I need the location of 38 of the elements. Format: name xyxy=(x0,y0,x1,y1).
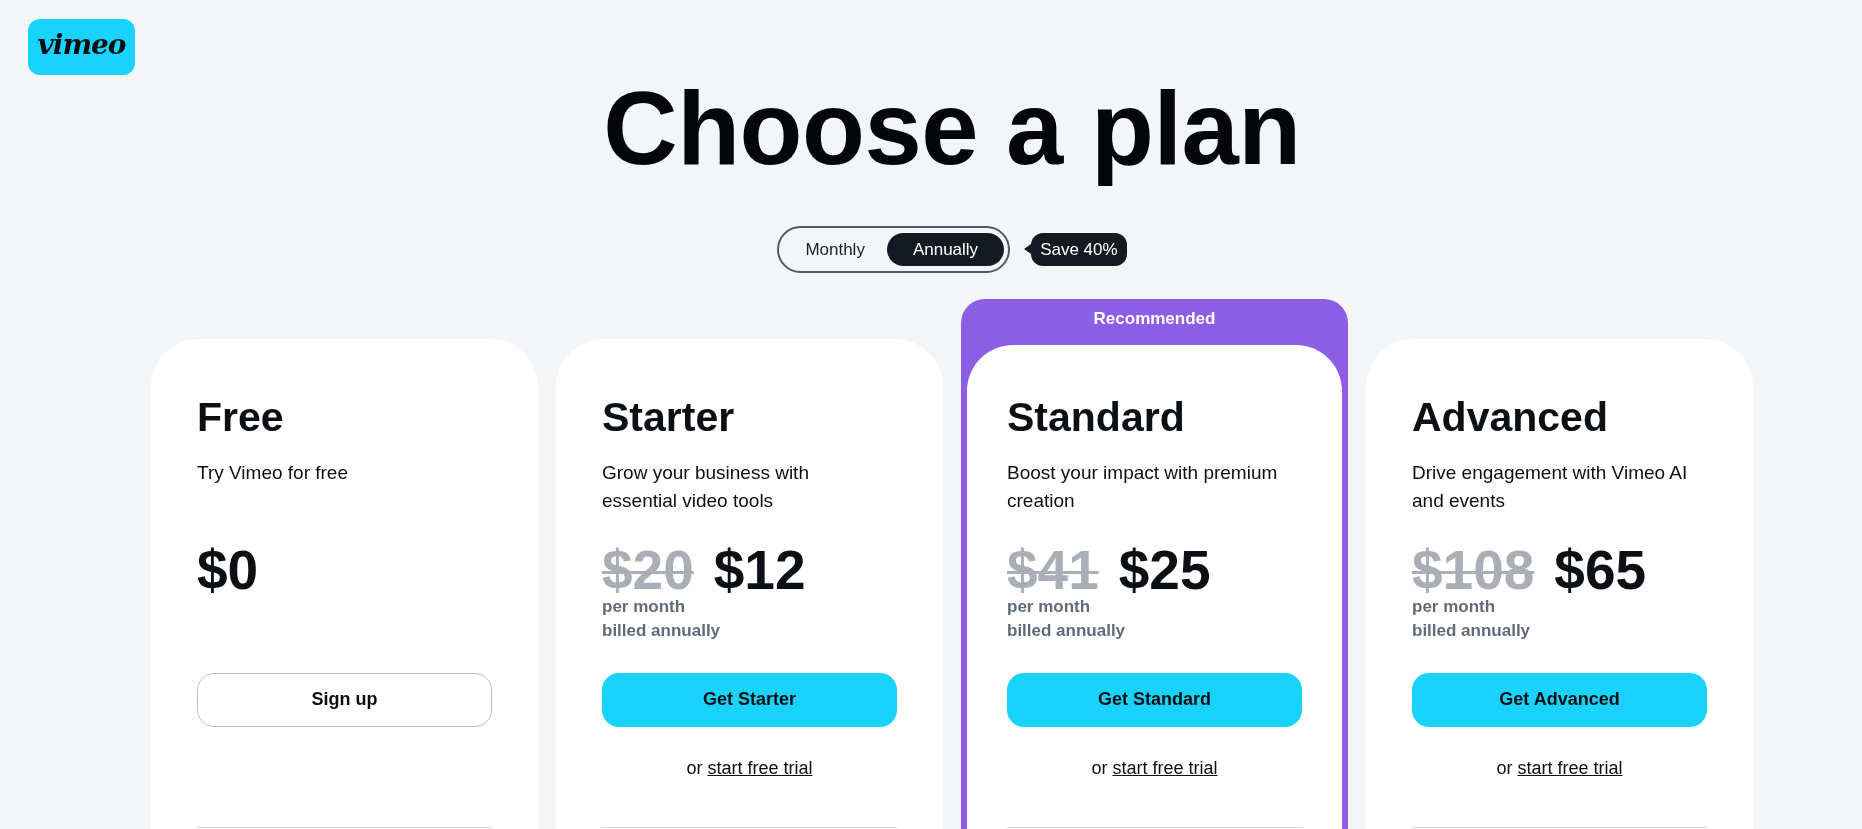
plan-name: Starter xyxy=(602,392,736,441)
plan-description: Boost your impact with premium creation xyxy=(1007,460,1279,513)
free-trial-link[interactable]: start free trial xyxy=(1517,757,1623,778)
discount-badge: Save 40% xyxy=(1031,232,1127,266)
billing-note: billed annually xyxy=(602,619,722,642)
plan-button[interactable]: Get Advanced xyxy=(1412,672,1707,727)
billing-option[interactable]: Annually xyxy=(886,232,1005,266)
trial-text: or start free trial xyxy=(685,756,814,780)
billing-option[interactable]: Monthly xyxy=(783,232,887,266)
trial-text: or start free trial xyxy=(1090,756,1219,780)
billing-note: per month xyxy=(602,595,687,618)
original-price: $41 xyxy=(1007,542,1099,597)
plan-description: Drive engagement with Vimeo AI and events xyxy=(1412,460,1689,513)
plan-name: Free xyxy=(197,392,285,441)
recommended-label: Recommended xyxy=(1092,307,1217,330)
plan-price: $0 xyxy=(197,542,259,597)
plan-button[interactable]: Get Starter xyxy=(602,672,897,727)
plan-price: $12 xyxy=(713,542,806,597)
plan-button[interactable]: Sign up xyxy=(197,672,492,727)
plan-description: Grow your business with essential video tools xyxy=(602,460,810,513)
logo[interactable]: vimeo xyxy=(28,19,135,75)
original-price: $20 xyxy=(602,542,694,597)
triangle-icon xyxy=(1024,244,1032,255)
plan-button[interactable]: Get Standard xyxy=(1007,672,1302,727)
trial-text: or start free trial xyxy=(1495,756,1624,780)
free-trial-link[interactable]: start free trial xyxy=(1112,757,1218,778)
billing-note: per month xyxy=(1412,595,1497,618)
plan-price: $65 xyxy=(1554,542,1647,597)
plan-price: $25 xyxy=(1118,542,1211,597)
page-title: Choose a plan xyxy=(602,70,1302,188)
billing-note: per month xyxy=(1007,595,1092,618)
billing-note: billed annually xyxy=(1412,619,1532,642)
free-trial-link[interactable]: start free trial xyxy=(707,757,813,778)
plan-name: Standard xyxy=(1007,392,1186,441)
original-price: $108 xyxy=(1412,542,1535,597)
billing-note: billed annually xyxy=(1007,619,1127,642)
plan-name: Advanced xyxy=(1412,392,1609,441)
plan-description: Try Vimeo for free xyxy=(197,460,349,485)
